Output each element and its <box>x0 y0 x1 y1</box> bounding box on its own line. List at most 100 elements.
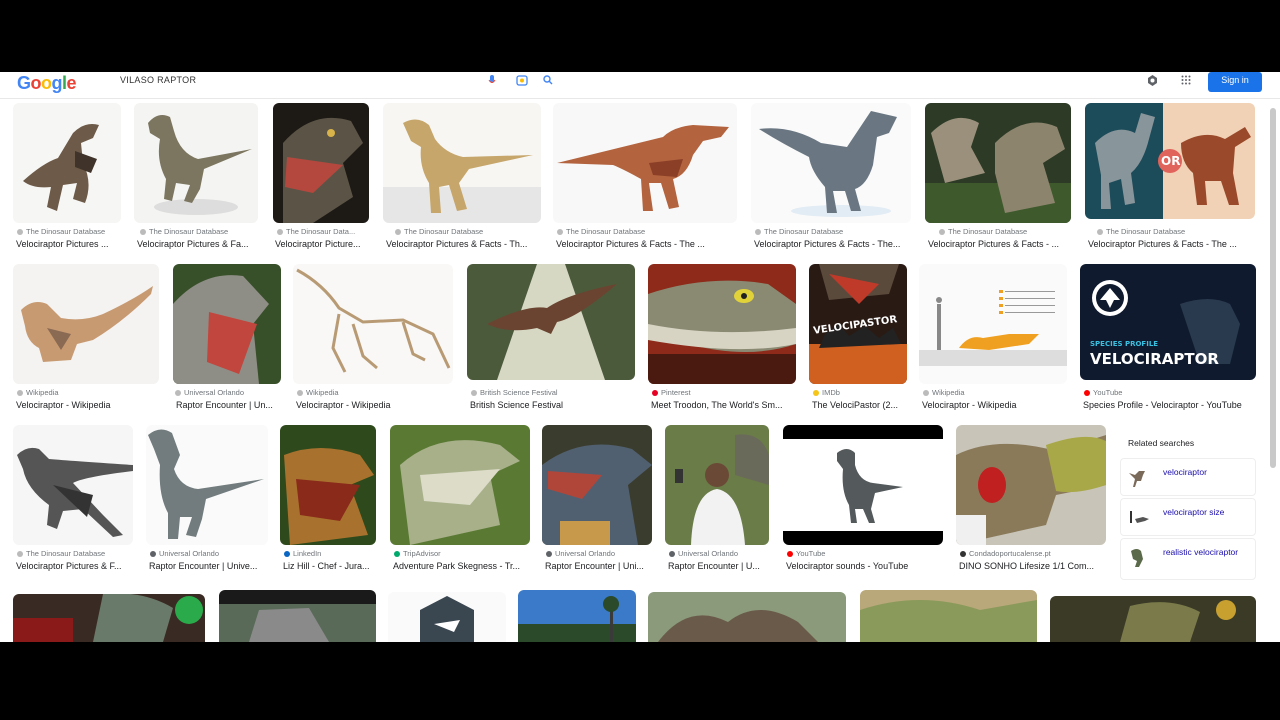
result-title[interactable]: Velociraptor Pictures & Facts - The ... <box>556 239 738 249</box>
result-title[interactable]: Velociraptor Pictures & Fa... <box>137 239 259 249</box>
image-result[interactable]: Wikipedia Velociraptor - Wikipedia <box>919 264 1069 414</box>
result-title[interactable]: Raptor Encounter | Uni... <box>545 561 655 571</box>
result-title[interactable]: Raptor Encounter | Unive... <box>149 561 269 571</box>
image-result[interactable]: The Dinosaur Database Velociraptor Pictu… <box>134 103 260 253</box>
result-thumbnail[interactable] <box>390 425 530 545</box>
sign-in-button[interactable]: Sign in <box>1208 72 1262 92</box>
result-thumbnail[interactable] <box>518 590 636 642</box>
result-title[interactable]: Velociraptor Pictures & Facts - The ... <box>1088 239 1256 249</box>
camera-icon[interactable] <box>516 75 528 89</box>
result-thumbnail[interactable] <box>293 264 453 384</box>
result-title[interactable]: Velociraptor - Wikipedia <box>922 400 1070 410</box>
image-result[interactable]: Universal Orlando Raptor Encounter | Un.… <box>173 264 283 414</box>
result-title[interactable]: The VelociPastor (2... <box>812 400 910 410</box>
image-result[interactable]: Condadoportucalense.pt DINO SONHO Lifesi… <box>956 425 1108 575</box>
image-result[interactable]: LinkedIn Liz Hill - Chef - Jura... <box>280 425 378 575</box>
result-thumbnail[interactable] <box>388 592 506 642</box>
image-result[interactable]: VELOCIPASTOR IMDb The VelociPastor (2... <box>809 264 909 414</box>
google-logo[interactable]: Google <box>17 73 77 94</box>
image-result[interactable]: SPECIES PROFILE VELOCIRAPTOR YouTube Spe… <box>1080 264 1258 414</box>
result-thumbnail[interactable] <box>280 425 376 545</box>
result-source: Pinterest <box>652 388 798 397</box>
result-thumbnail[interactable] <box>467 264 635 380</box>
image-result[interactable]: The Dinosaur Database Velociraptor Pictu… <box>751 103 913 253</box>
image-result[interactable]: The Dinosaur Database Velociraptor Pictu… <box>13 103 123 253</box>
image-result[interactable]: OR The Dinosaur Database Velociraptor Pi… <box>1085 103 1257 253</box>
result-title[interactable]: Raptor Encounter | Un... <box>176 400 282 410</box>
result-title[interactable]: Velociraptor Pictures & Facts - Th... <box>386 239 542 249</box>
result-title[interactable]: Velociraptor - Wikipedia <box>296 400 454 410</box>
image-result[interactable]: Wikipedia Velociraptor - Wikipedia <box>13 264 161 414</box>
result-thumbnail[interactable] <box>553 103 737 223</box>
image-result[interactable]: Universal Orlando Raptor Encounter | U..… <box>665 425 771 575</box>
apps-icon[interactable] <box>1181 75 1191 88</box>
image-result[interactable]: YouTube Velociraptor sounds - YouTube <box>783 425 945 575</box>
related-search-velociraptor-size[interactable]: velociraptor size <box>1120 498 1256 536</box>
search-input[interactable]: VILASO RAPTOR <box>120 75 196 85</box>
result-title[interactable]: Species Profile - Velociraptor - YouTube <box>1083 400 1259 410</box>
result-title[interactable]: DINO SONHO Lifesize 1/1 Com... <box>959 561 1109 571</box>
result-thumbnail[interactable] <box>542 425 652 545</box>
related-search-realistic-velociraptor[interactable]: realistic velociraptor <box>1120 538 1256 580</box>
image-result[interactable] <box>13 594 206 642</box>
result-title[interactable]: Velociraptor sounds - YouTube <box>786 561 946 571</box>
image-result[interactable]: TripAdvisor Adventure Park Skegness - Tr… <box>390 425 532 575</box>
result-thumbnail[interactable] <box>219 590 376 642</box>
related-search-velociraptor[interactable]: velociraptor <box>1120 458 1256 496</box>
mic-icon[interactable] <box>488 75 496 89</box>
image-result[interactable] <box>518 590 638 642</box>
settings-icon[interactable] <box>1147 75 1158 89</box>
result-thumbnail[interactable]: OR <box>1085 103 1255 219</box>
image-result[interactable] <box>860 590 1038 642</box>
result-title[interactable]: Raptor Encounter | U... <box>668 561 772 571</box>
result-title[interactable]: Velociraptor Pictures & F... <box>16 561 136 571</box>
result-thumbnail[interactable] <box>13 264 159 384</box>
result-title[interactable]: Velociraptor Pictures & Facts - The... <box>754 239 912 249</box>
image-result[interactable]: British Science Festival British Science… <box>467 264 637 414</box>
result-title[interactable]: Velociraptor Picture... <box>275 239 369 249</box>
image-result[interactable] <box>219 590 377 642</box>
image-result[interactable]: Universal Orlando Raptor Encounter | Uni… <box>542 425 654 575</box>
image-result[interactable]: The Dinosaur Database Velociraptor Pictu… <box>383 103 543 253</box>
image-result[interactable]: The Dinosaur Database Velociraptor Pictu… <box>925 103 1073 253</box>
result-thumbnail[interactable] <box>783 425 943 545</box>
result-thumbnail[interactable] <box>273 103 369 223</box>
result-thumbnail[interactable] <box>13 103 121 223</box>
image-result[interactable]: The Dinosaur Database Velociraptor Pictu… <box>553 103 739 253</box>
related-searches-panel: Related searches velociraptor velocirapt… <box>1118 430 1256 582</box>
result-thumbnail[interactable] <box>13 594 205 642</box>
result-thumbnail[interactable] <box>173 264 281 384</box>
image-result[interactable]: The Dinosaur Data... Velociraptor Pictur… <box>273 103 371 253</box>
result-title[interactable]: Velociraptor - Wikipedia <box>16 400 160 410</box>
result-thumbnail[interactable] <box>860 590 1037 642</box>
image-result[interactable]: Universal Orlando Raptor Encounter | Uni… <box>146 425 270 575</box>
image-result[interactable] <box>648 592 848 642</box>
result-title[interactable]: British Science Festival <box>470 400 638 410</box>
result-thumbnail[interactable] <box>1050 596 1256 642</box>
image-result[interactable]: Wikipedia Velociraptor - Wikipedia <box>293 264 455 414</box>
result-thumbnail[interactable] <box>134 103 258 223</box>
result-thumbnail[interactable] <box>925 103 1071 223</box>
result-title[interactable]: Velociraptor Pictures ... <box>16 239 120 249</box>
search-icon[interactable] <box>543 75 553 88</box>
result-title[interactable]: Adventure Park Skegness - Tr... <box>393 561 533 571</box>
result-thumbnail[interactable]: SPECIES PROFILE VELOCIRAPTOR <box>1080 264 1256 380</box>
image-result[interactable]: The Dinosaur Database Velociraptor Pictu… <box>13 425 135 575</box>
image-result[interactable] <box>388 592 508 642</box>
result-thumbnail[interactable] <box>919 264 1067 384</box>
result-thumbnail[interactable] <box>751 103 911 223</box>
result-thumbnail[interactable] <box>665 425 769 545</box>
result-thumbnail[interactable] <box>146 425 268 545</box>
result-thumbnail[interactable] <box>648 592 846 642</box>
result-thumbnail[interactable]: VELOCIPASTOR <box>809 264 907 384</box>
result-thumbnail[interactable] <box>956 425 1106 545</box>
result-thumbnail[interactable] <box>13 425 133 545</box>
result-title[interactable]: Meet Troodon, The World's Sm... <box>651 400 799 410</box>
result-title[interactable]: Velociraptor Pictures & Facts - ... <box>928 239 1072 249</box>
result-thumbnail[interactable] <box>648 264 796 384</box>
image-result[interactable] <box>1050 596 1258 642</box>
result-thumbnail[interactable] <box>383 103 541 223</box>
scrollbar[interactable] <box>1270 108 1276 468</box>
result-title[interactable]: Liz Hill - Chef - Jura... <box>283 561 379 571</box>
image-result[interactable]: Pinterest Meet Troodon, The World's Sm..… <box>648 264 798 414</box>
